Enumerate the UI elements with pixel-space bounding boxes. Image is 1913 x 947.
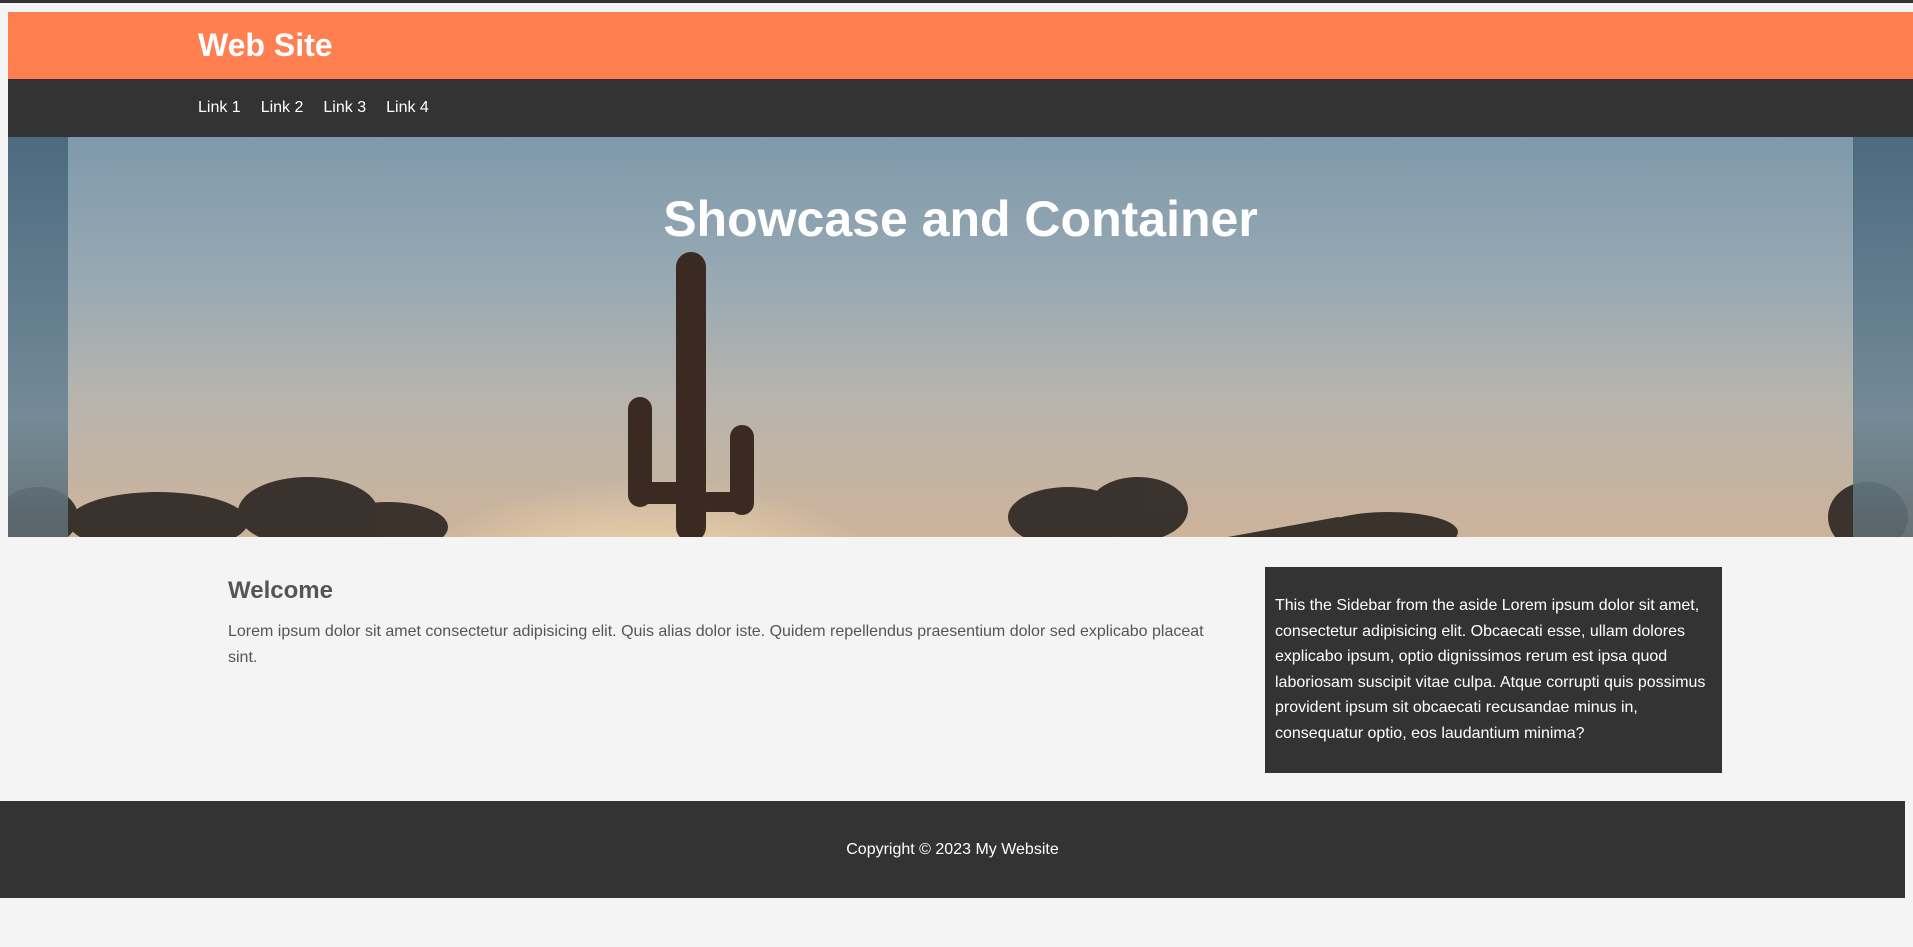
nav-item: Link 1 <box>198 99 241 117</box>
content-container: Welcome Lorem ipsum dolor sit amet conse… <box>8 537 1913 812</box>
nav-link-3[interactable]: Link 3 <box>323 99 366 116</box>
nav-item: Link 4 <box>386 99 429 117</box>
nav-link-4[interactable]: Link 4 <box>386 99 429 116</box>
showcase-title: Showcase and Container <box>663 191 1258 247</box>
nav-list: Link 1 Link 2 Link 3 Link 4 <box>198 99 449 117</box>
nav-link-1[interactable]: Link 1 <box>198 99 241 116</box>
site-header: Web Site <box>8 12 1913 79</box>
nav-item: Link 2 <box>261 99 304 117</box>
site-footer: Copyright © 2023 My Website <box>0 801 1905 898</box>
welcome-heading: Welcome <box>228 577 333 604</box>
site-brand[interactable]: Web Site <box>198 25 333 65</box>
main-nav: Link 1 Link 2 Link 3 Link 4 <box>8 79 1913 137</box>
sidebar-text: This the Sidebar from the aside Lorem ip… <box>1275 597 1706 742</box>
welcome-paragraph: Lorem ipsum dolor sit amet consectetur a… <box>228 623 1204 666</box>
main-content: Welcome Lorem ipsum dolor sit amet conse… <box>228 577 1218 671</box>
showcase-banner: Showcase and Container <box>8 137 1913 537</box>
sidebar: This the Sidebar from the aside Lorem ip… <box>1265 567 1722 773</box>
top-border <box>0 0 1913 3</box>
nav-link-2[interactable]: Link 2 <box>261 99 304 116</box>
page-wrapper: Web Site Link 1 Link 2 Link 3 Link 4 Sho… <box>8 12 1913 812</box>
nav-item: Link 3 <box>323 99 366 117</box>
copyright-text: Copyright © 2023 My Website <box>846 841 1059 858</box>
